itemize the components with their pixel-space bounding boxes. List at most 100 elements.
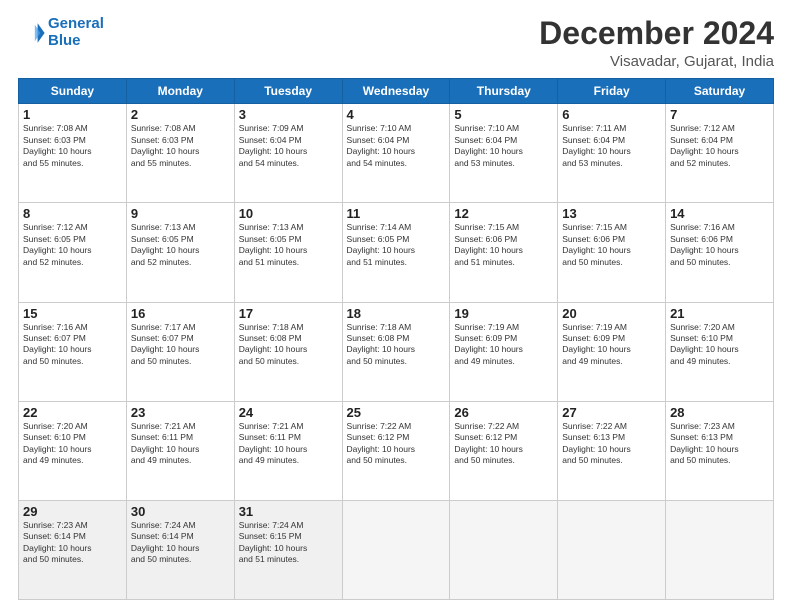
day-number: 9 — [131, 206, 230, 221]
day-number: 4 — [347, 107, 446, 122]
day-number: 20 — [562, 306, 661, 321]
day-number: 7 — [670, 107, 769, 122]
table-row — [450, 500, 558, 599]
table-row — [666, 500, 774, 599]
table-row: 1Sunrise: 7:08 AM Sunset: 6:03 PM Daylig… — [19, 104, 127, 203]
day-number: 22 — [23, 405, 122, 420]
table-row: 16Sunrise: 7:17 AM Sunset: 6:07 PM Dayli… — [126, 302, 234, 401]
day-info: Sunrise: 7:16 AM Sunset: 6:06 PM Dayligh… — [670, 222, 769, 268]
day-info: Sunrise: 7:14 AM Sunset: 6:05 PM Dayligh… — [347, 222, 446, 268]
table-row: 18Sunrise: 7:18 AM Sunset: 6:08 PM Dayli… — [342, 302, 450, 401]
table-row: 26Sunrise: 7:22 AM Sunset: 6:12 PM Dayli… — [450, 401, 558, 500]
table-row: 24Sunrise: 7:21 AM Sunset: 6:11 PM Dayli… — [234, 401, 342, 500]
table-row: 31Sunrise: 7:24 AM Sunset: 6:15 PM Dayli… — [234, 500, 342, 599]
day-info: Sunrise: 7:15 AM Sunset: 6:06 PM Dayligh… — [562, 222, 661, 268]
day-info: Sunrise: 7:12 AM Sunset: 6:05 PM Dayligh… — [23, 222, 122, 268]
day-info: Sunrise: 7:24 AM Sunset: 6:15 PM Dayligh… — [239, 520, 338, 566]
day-info: Sunrise: 7:18 AM Sunset: 6:08 PM Dayligh… — [347, 322, 446, 368]
col-wednesday: Wednesday — [342, 79, 450, 104]
table-row: 15Sunrise: 7:16 AM Sunset: 6:07 PM Dayli… — [19, 302, 127, 401]
table-row: 5Sunrise: 7:10 AM Sunset: 6:04 PM Daylig… — [450, 104, 558, 203]
day-number: 19 — [454, 306, 553, 321]
day-info: Sunrise: 7:22 AM Sunset: 6:12 PM Dayligh… — [347, 421, 446, 467]
table-row: 29Sunrise: 7:23 AM Sunset: 6:14 PM Dayli… — [19, 500, 127, 599]
table-row: 20Sunrise: 7:19 AM Sunset: 6:09 PM Dayli… — [558, 302, 666, 401]
day-number: 26 — [454, 405, 553, 420]
table-row: 2Sunrise: 7:08 AM Sunset: 6:03 PM Daylig… — [126, 104, 234, 203]
day-info: Sunrise: 7:11 AM Sunset: 6:04 PM Dayligh… — [562, 123, 661, 169]
day-info: Sunrise: 7:22 AM Sunset: 6:12 PM Dayligh… — [454, 421, 553, 467]
day-info: Sunrise: 7:13 AM Sunset: 6:05 PM Dayligh… — [131, 222, 230, 268]
col-tuesday: Tuesday — [234, 79, 342, 104]
page: General Blue December 2024 Visavadar, Gu… — [0, 0, 792, 612]
table-row: 6Sunrise: 7:11 AM Sunset: 6:04 PM Daylig… — [558, 104, 666, 203]
day-number: 6 — [562, 107, 661, 122]
table-row: 10Sunrise: 7:13 AM Sunset: 6:05 PM Dayli… — [234, 203, 342, 302]
day-info: Sunrise: 7:13 AM Sunset: 6:05 PM Dayligh… — [239, 222, 338, 268]
day-info: Sunrise: 7:21 AM Sunset: 6:11 PM Dayligh… — [131, 421, 230, 467]
day-number: 24 — [239, 405, 338, 420]
day-info: Sunrise: 7:24 AM Sunset: 6:14 PM Dayligh… — [131, 520, 230, 566]
day-number: 3 — [239, 107, 338, 122]
day-info: Sunrise: 7:08 AM Sunset: 6:03 PM Dayligh… — [23, 123, 122, 169]
day-info: Sunrise: 7:23 AM Sunset: 6:14 PM Dayligh… — [23, 520, 122, 566]
day-info: Sunrise: 7:10 AM Sunset: 6:04 PM Dayligh… — [454, 123, 553, 169]
table-row: 8Sunrise: 7:12 AM Sunset: 6:05 PM Daylig… — [19, 203, 127, 302]
day-number: 23 — [131, 405, 230, 420]
table-row: 21Sunrise: 7:20 AM Sunset: 6:10 PM Dayli… — [666, 302, 774, 401]
day-number: 1 — [23, 107, 122, 122]
day-info: Sunrise: 7:22 AM Sunset: 6:13 PM Dayligh… — [562, 421, 661, 467]
day-number: 5 — [454, 107, 553, 122]
header: General Blue December 2024 Visavadar, Gu… — [18, 16, 774, 70]
day-number: 18 — [347, 306, 446, 321]
col-friday: Friday — [558, 79, 666, 104]
col-sunday: Sunday — [19, 79, 127, 104]
day-info: Sunrise: 7:20 AM Sunset: 6:10 PM Dayligh… — [670, 322, 769, 368]
day-info: Sunrise: 7:12 AM Sunset: 6:04 PM Dayligh… — [670, 123, 769, 169]
day-info: Sunrise: 7:23 AM Sunset: 6:13 PM Dayligh… — [670, 421, 769, 467]
table-row: 22Sunrise: 7:20 AM Sunset: 6:10 PM Dayli… — [19, 401, 127, 500]
day-number: 17 — [239, 306, 338, 321]
day-info: Sunrise: 7:09 AM Sunset: 6:04 PM Dayligh… — [239, 123, 338, 169]
day-info: Sunrise: 7:19 AM Sunset: 6:09 PM Dayligh… — [562, 322, 661, 368]
calendar-table: Sunday Monday Tuesday Wednesday Thursday… — [18, 78, 774, 600]
day-number: 30 — [131, 504, 230, 519]
title-block: December 2024 Visavadar, Gujarat, India — [539, 16, 774, 70]
day-number: 28 — [670, 405, 769, 420]
table-row: 13Sunrise: 7:15 AM Sunset: 6:06 PM Dayli… — [558, 203, 666, 302]
day-number: 12 — [454, 206, 553, 221]
day-number: 29 — [23, 504, 122, 519]
calendar-header-row: Sunday Monday Tuesday Wednesday Thursday… — [19, 79, 774, 104]
day-info: Sunrise: 7:21 AM Sunset: 6:11 PM Dayligh… — [239, 421, 338, 467]
table-row: 30Sunrise: 7:24 AM Sunset: 6:14 PM Dayli… — [126, 500, 234, 599]
table-row: 17Sunrise: 7:18 AM Sunset: 6:08 PM Dayli… — [234, 302, 342, 401]
col-saturday: Saturday — [666, 79, 774, 104]
day-number: 2 — [131, 107, 230, 122]
day-number: 31 — [239, 504, 338, 519]
day-info: Sunrise: 7:18 AM Sunset: 6:08 PM Dayligh… — [239, 322, 338, 368]
day-number: 16 — [131, 306, 230, 321]
day-number: 13 — [562, 206, 661, 221]
table-row: 11Sunrise: 7:14 AM Sunset: 6:05 PM Dayli… — [342, 203, 450, 302]
logo-text: General Blue — [48, 16, 104, 49]
table-row: 4Sunrise: 7:10 AM Sunset: 6:04 PM Daylig… — [342, 104, 450, 203]
day-number: 21 — [670, 306, 769, 321]
col-thursday: Thursday — [450, 79, 558, 104]
day-number: 10 — [239, 206, 338, 221]
month-title: December 2024 — [539, 16, 774, 51]
table-row — [342, 500, 450, 599]
table-row: 14Sunrise: 7:16 AM Sunset: 6:06 PM Dayli… — [666, 203, 774, 302]
day-number: 15 — [23, 306, 122, 321]
table-row: 7Sunrise: 7:12 AM Sunset: 6:04 PM Daylig… — [666, 104, 774, 203]
day-number: 25 — [347, 405, 446, 420]
table-row: 23Sunrise: 7:21 AM Sunset: 6:11 PM Dayli… — [126, 401, 234, 500]
table-row: 9Sunrise: 7:13 AM Sunset: 6:05 PM Daylig… — [126, 203, 234, 302]
day-number: 11 — [347, 206, 446, 221]
logo: General Blue — [18, 16, 104, 49]
day-info: Sunrise: 7:08 AM Sunset: 6:03 PM Dayligh… — [131, 123, 230, 169]
day-info: Sunrise: 7:19 AM Sunset: 6:09 PM Dayligh… — [454, 322, 553, 368]
table-row: 12Sunrise: 7:15 AM Sunset: 6:06 PM Dayli… — [450, 203, 558, 302]
day-number: 27 — [562, 405, 661, 420]
day-info: Sunrise: 7:20 AM Sunset: 6:10 PM Dayligh… — [23, 421, 122, 467]
day-info: Sunrise: 7:15 AM Sunset: 6:06 PM Dayligh… — [454, 222, 553, 268]
